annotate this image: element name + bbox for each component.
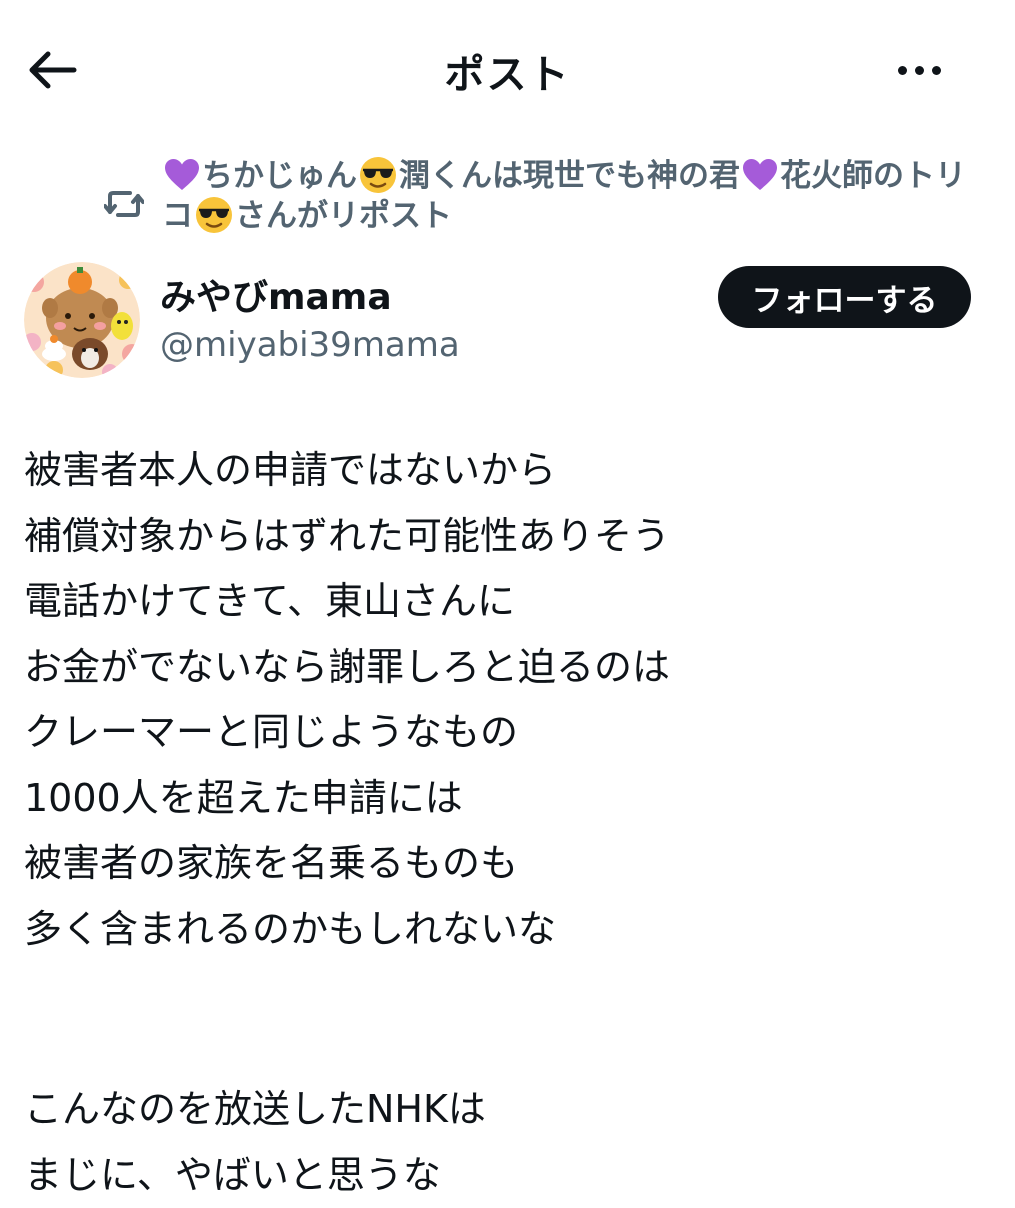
- page-title: ポスト: [0, 42, 1015, 100]
- more-horizontal-icon: [894, 66, 945, 75]
- author-handle[interactable]: @miyabi39mama: [160, 324, 460, 366]
- more-options-button[interactable]: [884, 48, 954, 92]
- arrow-left-icon: [26, 50, 78, 90]
- post-line: 電話かけてきて、東山さんに: [24, 569, 984, 635]
- post-line: 補償対象からはずれた可能性ありそう: [24, 504, 984, 570]
- back-button[interactable]: [22, 44, 82, 96]
- post-line: 多く含まれるのかもしれないな: [24, 897, 984, 963]
- post-line: 被害者本人の申請ではないから: [24, 438, 984, 504]
- avatar[interactable]: [24, 262, 140, 378]
- repost-icon: [104, 184, 144, 224]
- repost-text[interactable]: ちかじゅん 潤くんは現世でも神の君 花火師のトリコ さんがリポスト: [162, 156, 977, 236]
- post-line: まじに、やばいと思うな: [24, 1143, 984, 1208]
- post-line: お金がでないなら謝罪しろと迫るのは: [24, 635, 984, 701]
- reposter-name-part1: ちかじゅん: [202, 158, 357, 194]
- reposter-name-part2: 潤くんは現世でも神の君: [399, 158, 740, 194]
- post-line: 1000人を超えた申請には: [24, 766, 984, 832]
- paragraph-gap: [24, 962, 984, 1077]
- author-name[interactable]: みやびmama: [160, 276, 392, 320]
- top-bar: ポスト: [0, 0, 1015, 140]
- post-line: クレーマーと同じようなもの: [24, 700, 984, 766]
- post-line: こんなのを放送したNHKは: [24, 1077, 984, 1143]
- purple-heart-icon: [164, 158, 200, 192]
- sunglasses-face-icon: [359, 156, 397, 194]
- follow-button[interactable]: フォローする: [718, 266, 971, 328]
- sunglasses-face-icon: [195, 196, 233, 234]
- post-text: 被害者本人の申請ではないから 補償対象からはずれた可能性ありそう 電話かけてきて…: [24, 438, 984, 1208]
- purple-heart-icon: [742, 158, 778, 192]
- post-line: 被害者の家族を名乗るものも: [24, 831, 984, 897]
- avatar-image: [24, 262, 140, 378]
- repost-suffix: さんがリポスト: [235, 198, 452, 234]
